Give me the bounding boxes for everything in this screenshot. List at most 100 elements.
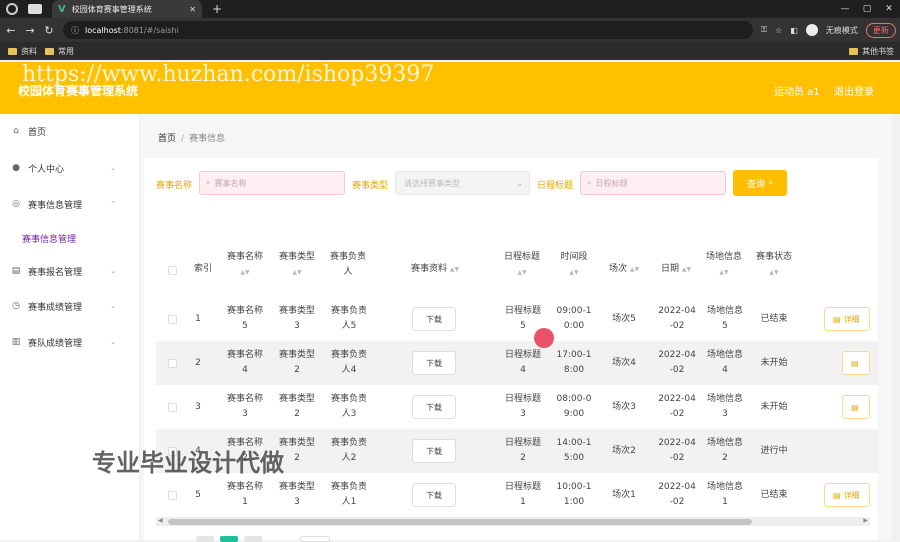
sidebar-item-results[interactable]: ◷ 赛事成绩管理 ⌄ [0,296,140,316]
select-all-checkbox[interactable] [168,266,177,275]
sidebar-subitem-event-info[interactable]: 赛事信息管理 [22,232,76,245]
row-checkbox[interactable] [168,491,177,500]
back-icon[interactable]: ← [3,24,19,37]
cell-time: 08:00-0 9:00 [556,394,592,419]
url-field[interactable]: ⓘ localhost :8081/#/saishi [63,21,753,39]
horizontal-scrollbar[interactable]: ◀ ▶ [156,517,870,526]
row-checkbox[interactable] [168,315,177,324]
browser-menu-icon[interactable] [6,3,18,15]
sort-icon[interactable]: ▲▼ [769,269,778,276]
col-venue[interactable]: 场地信息 ▲▼ [702,250,746,280]
cell-owner: 赛事负责 人1 [330,482,367,507]
incognito-avatar[interactable] [805,24,818,36]
pager-prev[interactable] [196,536,214,542]
pager-page-active[interactable] [220,536,238,542]
tab-strip-icon[interactable] [28,4,42,14]
col-type[interactable]: 赛事类型 ▲▼ [274,250,320,280]
sidebar-item-home[interactable]: ⌂ 首页 [0,121,140,141]
content-panel: 赛事名称 ⌕ 赛事名称 赛事类型 请选择赛事类型 ⌄ 日程标题 ⌕ 日程标题 查询 ⌕ … [144,158,878,540]
update-button[interactable]: 更新 [865,22,896,38]
key-icon[interactable]: ⚿ [761,25,767,35]
cell-time: 10:00-1 1:00 [556,482,592,507]
sort-icon[interactable]: ▲▼ [719,269,728,276]
cell-schedule: 日程标题 1 [504,482,541,507]
profile-label[interactable]: 无痕模式 [826,25,858,36]
forward-icon[interactable]: → [22,24,38,37]
col-time[interactable]: 时间段 ▲▼ [552,250,596,280]
new-tab-icon[interactable]: + [212,2,222,16]
cell-type: 赛事类型 3 [278,306,315,331]
col-date[interactable]: 日期 ▲▼ [654,262,698,277]
star-icon[interactable]: ☆ [775,26,782,35]
pager-jump-input[interactable] [300,536,330,542]
compass-icon: ◎ [12,199,20,209]
cell-index: 2 [195,358,201,368]
row-checkbox[interactable] [168,359,177,368]
cell-round: 场次2 [612,446,636,456]
sidebar-item-event-info[interactable]: ◎ 赛事信息管理 ⌃ [0,194,140,214]
pager-next[interactable] [244,536,262,542]
sort-icon[interactable]: ▲▼ [569,269,578,276]
browser-tab[interactable]: V 校园体育赛事管理系统 ✕ [52,0,202,18]
detail-button[interactable]: ▤ 详细 [824,483,870,507]
breadcrumb-home[interactable]: 首页 [158,134,176,144]
table-row[interactable]: 2 赛事名称 4 赛事类型 2 赛事负责 人4 下载 日程标题 4 17:00-1 8:0… [156,341,878,385]
bookmark-folder[interactable]: 常用 [45,46,74,57]
table-row[interactable]: 3 赛事名称 3 赛事类型 2 赛事负责 人3 下载 日程标题 3 08:00-0 9:0… [156,385,878,429]
sidebar-item-team-results[interactable]: ▥ 赛队成绩管理 ⌄ [0,332,140,352]
col-schedule[interactable]: 日程标题 ▲▼ [500,250,544,280]
bookmarks-bar: 资料 常用 其他书签 [0,42,900,60]
sort-icon[interactable]: ▲▼ [682,266,691,273]
type-filter-select[interactable]: 请选择赛事类型 ⌄ [395,171,530,195]
logout-button[interactable]: 退出登录 [834,83,874,98]
other-bookmarks[interactable]: 其他书签 [849,46,894,57]
sidebar-item-profile[interactable]: ● 个人中心 ⌄ [0,158,140,178]
table-row[interactable]: 1 赛事名称 5 赛事类型 3 赛事负责 人5 下载 日程标题 5 09:00-1 0:0… [156,297,878,341]
sort-icon[interactable]: ▲▼ [517,269,526,276]
detail-button[interactable]: ▤ [842,351,870,375]
detail-button[interactable]: ▤ [842,395,870,419]
download-button[interactable]: 下载 [412,307,456,331]
scroll-thumb[interactable] [168,519,752,525]
reload-icon[interactable]: ↻ [41,24,57,37]
detail-icon: ▤ [851,358,859,368]
col-name[interactable]: 赛事名称 ▲▼ [222,250,268,280]
current-user[interactable]: 运动员 a1 [774,83,820,98]
sort-icon[interactable]: ▲▼ [292,269,301,276]
query-button[interactable]: 查询 ⌕ [733,170,787,196]
scroll-right-icon[interactable]: ▶ [863,517,868,524]
cell-round: 场次3 [612,402,636,412]
tab-title: 校园体育赛事管理系统 [71,4,152,14]
download-button[interactable]: 下载 [412,351,456,375]
minimize-icon[interactable]: — [834,4,856,14]
detail-button[interactable]: ▤ 详细 [824,307,870,331]
url-path: :8081/#/saishi [120,25,179,35]
sidebar-item-registration[interactable]: ▤ 赛事报名管理 ⌄ [0,261,140,281]
col-status[interactable]: 赛事状态 ▲▼ [752,250,796,280]
browser-tabbar: V 校园体育赛事管理系统 ✕ + — ▢ ✕ [0,0,900,18]
sort-icon[interactable]: ▲▼ [630,266,639,273]
sidepanel-icon[interactable]: ◧ [790,26,798,35]
row-checkbox[interactable] [168,403,177,412]
schedule-filter-input[interactable]: ⌕ 日程标题 [580,171,726,195]
col-file[interactable]: 赛事资料 ▲▼ [402,262,468,277]
download-button[interactable]: 下载 [412,395,456,419]
download-button[interactable]: 下载 [412,439,456,463]
cell-schedule: 日程标题 4 [504,350,541,375]
sort-icon[interactable]: ▲▼ [240,269,249,276]
download-button[interactable]: 下载 [412,483,456,507]
name-filter-input[interactable]: ⌕ 赛事名称 [199,171,345,195]
sort-icon[interactable]: ▲▼ [450,266,459,273]
close-window-icon[interactable]: ✕ [878,4,900,14]
table-row[interactable]: 5 赛事名称 1 赛事类型 3 赛事负责 人1 下载 日程标题 1 10:00-1 1:0… [156,473,878,517]
scroll-left-icon[interactable]: ◀ [158,517,163,524]
cell-status: 已结束 [760,314,788,324]
bookmark-folder[interactable]: 资料 [8,46,37,57]
col-owner[interactable]: 赛事负责人 [326,250,370,280]
detail-icon: ▤ [833,490,841,500]
col-round[interactable]: 场次 ▲▼ [602,262,646,277]
vertical-scrollbar[interactable] [892,114,900,540]
maximize-icon[interactable]: ▢ [856,4,878,14]
name-filter-label: 赛事名称 [156,181,193,191]
close-tab-icon[interactable]: ✕ [189,5,196,14]
